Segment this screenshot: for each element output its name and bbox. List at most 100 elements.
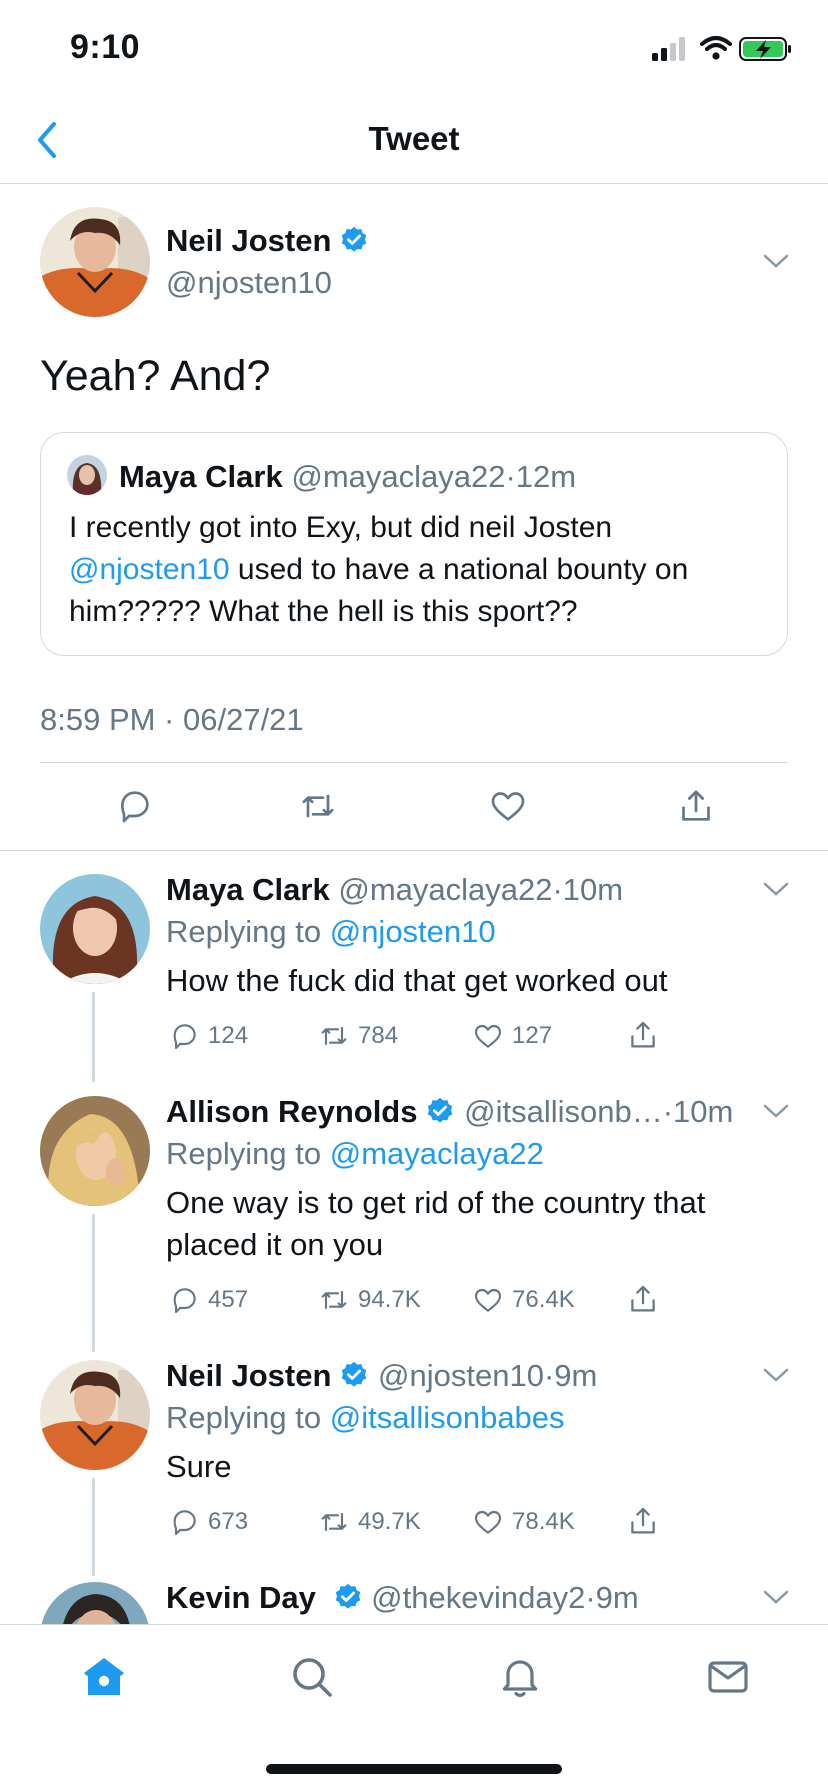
retweet-count[interactable]: 94.7K [318, 1284, 421, 1316]
search-icon[interactable] [288, 1653, 336, 1701]
tweet-text: Yeah? And? [40, 352, 271, 400]
like-count-value: 78.4K [512, 1508, 575, 1535]
tweet-timestamp: 8:59 PM · 06/27/21 [40, 702, 304, 737]
chevron-down-icon[interactable] [762, 1366, 790, 1384]
replying-to: Replying to @mayaclaya22 [166, 1136, 544, 1172]
retweet-icon [321, 1290, 347, 1310]
reply-author-name[interactable]: Kevin Day [166, 1580, 316, 1615]
replying-to: Replying to @itsallisonbabes [166, 1400, 565, 1436]
reply-count[interactable]: 124 [168, 1020, 248, 1052]
thread-line [92, 1478, 95, 1576]
like-icon[interactable] [488, 786, 528, 826]
reply-author-name[interactable]: Allison Reynolds [166, 1094, 417, 1129]
retweet-count-value: 94.7K [358, 1286, 421, 1313]
reply-count[interactable]: 457 [168, 1284, 248, 1316]
status-icons [650, 34, 800, 64]
messages-icon[interactable] [704, 1653, 752, 1701]
actions-divider [0, 850, 828, 851]
reply-count-value: 124 [208, 1022, 249, 1049]
like-icon [474, 1288, 502, 1312]
reply-time: 10m [673, 1094, 734, 1129]
share-icon[interactable] [626, 1504, 660, 1538]
reply-text: How the fuck did that get worked out [166, 963, 668, 998]
quote-text-part: used to have a national bounty on [237, 553, 689, 586]
reply-author-name[interactable]: Maya Clark [166, 872, 330, 907]
retweet-count-value: 784 [358, 1022, 399, 1049]
reply-icon [173, 1024, 196, 1050]
reply-count[interactable]: 673 [168, 1506, 248, 1538]
like-icon [474, 1510, 502, 1534]
chevron-down-icon[interactable] [762, 1588, 790, 1606]
quote-time: 12m [515, 459, 577, 494]
replying-prefix: Replying to [166, 1400, 322, 1435]
reply-author-handle[interactable]: @njosten10 [378, 1358, 544, 1393]
timestamp-divider [40, 762, 788, 763]
quote-avatar [67, 455, 107, 495]
signal-icon [652, 36, 791, 61]
separator-dot: · [585, 1580, 596, 1615]
reply-time: 10m [562, 872, 624, 907]
home-indicator [266, 1764, 562, 1774]
reply-count-value: 457 [208, 1286, 249, 1313]
status-time: 9:10 [70, 28, 141, 66]
like-count[interactable]: 127 [472, 1020, 552, 1052]
reply-text-part: One way is to get rid of the country tha… [166, 1185, 706, 1220]
replying-to-mention[interactable]: @itsallisonbabes [330, 1400, 565, 1435]
share-icon[interactable] [676, 786, 716, 826]
quoted-tweet-card[interactable]: Maya Clark @mayaclaya22·12m I recently g… [40, 432, 788, 656]
quote-author-name: Maya Clark [119, 459, 283, 494]
reply-icon [173, 1288, 196, 1314]
notifications-icon[interactable] [496, 1653, 544, 1701]
verified-badge-icon [335, 1583, 360, 1609]
nav-divider [0, 183, 828, 184]
replying-to: Replying to @njosten10 [166, 914, 496, 950]
retweet-count[interactable]: 49.7K [318, 1506, 421, 1538]
like-count[interactable]: 76.4K [472, 1284, 575, 1316]
avatar[interactable] [40, 207, 150, 317]
chevron-down-icon[interactable] [762, 1102, 790, 1120]
quote-text-part: him????? What the hell is this sport?? [69, 595, 578, 628]
reply-author-name[interactable]: Neil Josten [166, 1358, 331, 1393]
like-count-value: 127 [512, 1022, 553, 1049]
quote-text-part: I recently got into Exy, but did neil Jo… [69, 511, 613, 544]
reply-author-handle[interactable]: @itsallisonb… [464, 1094, 663, 1129]
battery-icon [739, 37, 791, 61]
reply-count-value: 673 [208, 1508, 249, 1535]
author-name[interactable]: Neil Josten [166, 223, 331, 258]
avatar[interactable] [40, 874, 150, 984]
separator-dot: · [662, 1094, 674, 1129]
share-icon[interactable] [626, 1018, 660, 1052]
reply-author-handle[interactable]: @mayaclaya22 [338, 872, 552, 907]
replying-to-mention[interactable]: @mayaclaya22 [330, 1136, 544, 1171]
retweet-icon[interactable] [298, 786, 338, 826]
reply-author-handle[interactable]: @thekevinday2 [371, 1580, 585, 1615]
reply-icon[interactable] [114, 786, 154, 826]
thread-line [92, 1214, 95, 1352]
author-handle[interactable]: @njosten10 [166, 265, 332, 301]
replying-prefix: Replying to [166, 1136, 322, 1171]
reply-text-part: placed it on you [166, 1227, 384, 1262]
separator-dot: · [505, 459, 516, 494]
thread-line [92, 992, 95, 1082]
quote-mention[interactable]: @njosten10 [69, 553, 230, 586]
chevron-down-icon[interactable] [762, 252, 790, 270]
replying-to-mention[interactable]: @njosten10 [330, 914, 496, 949]
avatar[interactable] [40, 1360, 150, 1470]
verified-badge-icon [428, 1097, 453, 1123]
retweet-count-value: 49.7K [358, 1508, 421, 1535]
reply-time: 9m [595, 1580, 639, 1615]
replying-prefix: Replying to [166, 914, 322, 949]
chevron-down-icon[interactable] [762, 880, 790, 898]
home-icon[interactable] [80, 1653, 128, 1701]
like-icon [474, 1024, 502, 1048]
retweet-icon [321, 1512, 347, 1532]
quote-author-handle: @mayaclaya22 [291, 459, 506, 494]
reply-time: 9m [554, 1358, 598, 1393]
wifi-icon [700, 36, 732, 60]
share-icon[interactable] [626, 1282, 660, 1316]
like-count[interactable]: 78.4K [472, 1506, 575, 1538]
verified-badge-icon [342, 226, 367, 252]
retweet-count[interactable]: 784 [318, 1020, 398, 1052]
avatar[interactable] [40, 1096, 150, 1206]
separator-dot: · [543, 1358, 555, 1393]
